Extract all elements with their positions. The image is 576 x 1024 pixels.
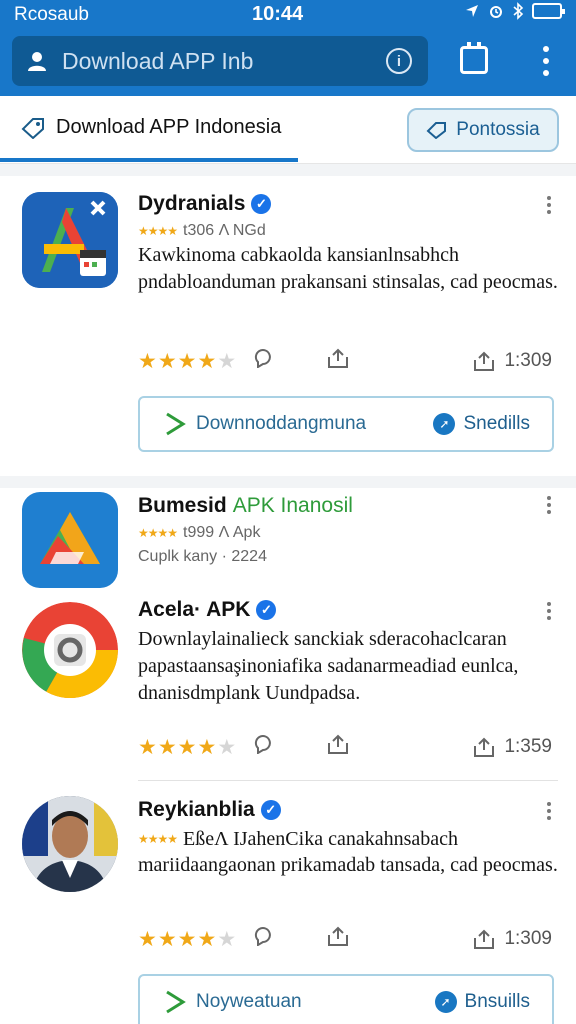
app-icon — [22, 192, 118, 288]
battery-icon — [532, 3, 565, 19]
calendar-icon[interactable] — [460, 42, 488, 74]
play-arrow-icon — [166, 990, 186, 1014]
alarm-icon — [490, 6, 502, 18]
app-icon — [22, 492, 118, 588]
rating-stars: ★★★★★ — [138, 927, 238, 951]
app-actions-box: Downnoddangmuna ➚ Snedills — [138, 396, 554, 452]
item-menu-icon[interactable] — [544, 602, 554, 620]
share-label: Snedills — [463, 413, 530, 434]
upload-icon — [474, 737, 495, 757]
share-icon[interactable] — [326, 347, 350, 375]
item-menu-icon[interactable] — [544, 496, 554, 514]
app-title[interactable]: Bumesid APK Inanosil — [138, 494, 353, 518]
account-icon[interactable] — [12, 50, 62, 72]
share-icon[interactable] — [326, 733, 350, 761]
action-row: ★★★★★ 1:309 — [138, 924, 558, 954]
comment-icon[interactable] — [254, 926, 274, 952]
download-button[interactable]: Downnoddangmuna — [140, 411, 433, 437]
item-menu-icon[interactable] — [544, 802, 554, 820]
search-input[interactable]: Download APP Inb i — [12, 36, 428, 86]
app-description: Kawkinoma cabkaolda kansianlnsabhch pnda… — [138, 244, 558, 293]
download-button[interactable]: Noyweatuan — [140, 989, 435, 1015]
share-label: Bnsuills — [464, 991, 530, 1012]
app-meta: ★★★★ t999 Λ Apk — [138, 524, 260, 542]
avatar — [22, 796, 118, 892]
section-divider — [0, 476, 576, 488]
tab-download-app[interactable]: Download APP Indonesia — [20, 116, 281, 139]
app-meta: ★★★★ t306 Λ NGd — [138, 222, 266, 240]
share-icon: ➚ — [433, 413, 456, 435]
count-text: 1:359 — [504, 736, 552, 757]
tag-icon — [426, 122, 447, 139]
share-button[interactable]: ➚ Snedills — [433, 413, 552, 435]
app-sub: Cuplk kany · 2224 — [138, 548, 267, 565]
mini-rating-icon: ★★★★ — [138, 832, 178, 846]
app-title[interactable]: Acela· APK ✓ — [138, 598, 277, 622]
pill-label: Pontossia — [456, 119, 540, 140]
status-icons — [464, 2, 565, 20]
download-count: 1:309 — [472, 928, 552, 950]
app-meta: ★★★★ EßeΛ IJahenCika canakahnsabach — [138, 828, 458, 851]
item-menu-icon[interactable] — [544, 196, 554, 214]
meta-text: t306 Λ NGd — [183, 222, 266, 239]
carrier-label: Rcosaub — [14, 4, 89, 25]
tab-label: Download APP Indonesia — [56, 116, 282, 138]
app-name: Reykianblia — [138, 798, 255, 821]
mini-rating-icon: ★★★★ — [138, 526, 178, 540]
mini-rating-icon: ★★★★ — [138, 224, 178, 238]
tab-indicator — [0, 158, 298, 162]
tab-bar: Download APP Indonesia Pontossia — [0, 96, 576, 164]
meta-text: t999 Λ Apk — [183, 524, 261, 541]
verified-icon: ✓ — [260, 800, 281, 820]
app-icon — [22, 602, 118, 698]
comment-icon[interactable] — [254, 734, 274, 760]
app-tag: APK Inanosil — [232, 494, 353, 517]
count-text: 1:309 — [504, 928, 552, 949]
verified-icon: ✓ — [256, 600, 277, 620]
rating-stars: ★★★★★ — [138, 349, 238, 373]
info-icon[interactable]: i — [386, 48, 412, 74]
play-arrow-icon — [166, 412, 186, 436]
app-name: Dydranials — [138, 192, 246, 215]
download-count: 1:359 — [472, 736, 552, 758]
rating-stars: ★★★★★ — [138, 735, 238, 759]
comment-icon[interactable] — [254, 348, 274, 374]
app-bar: Rcosaub 10:44 Download APP Inb i — [0, 0, 576, 96]
search-placeholder: Download APP Inb — [62, 47, 254, 74]
app-name: Bumesid — [138, 494, 227, 517]
item-divider — [138, 780, 558, 781]
download-count: 1:309 — [472, 350, 552, 372]
action-row: ★★★★★ 1:359 — [138, 732, 558, 762]
share-icon: ➚ — [434, 991, 457, 1013]
more-options-icon[interactable] — [536, 46, 556, 76]
tag-icon — [21, 117, 44, 139]
action-row: ★★★★★ 1:309 — [138, 346, 558, 376]
count-text: 1:309 — [504, 350, 552, 371]
location-icon — [466, 5, 478, 17]
app-description: Downlaylainalieck sanckiak sderacohaclca… — [138, 628, 519, 704]
download-label: Downnoddangmuna — [196, 413, 367, 434]
bluetooth-icon — [513, 2, 524, 20]
upload-icon — [474, 929, 495, 949]
download-label: Noyweatuan — [196, 991, 302, 1012]
verified-icon: ✓ — [251, 194, 272, 214]
upload-icon — [474, 351, 495, 371]
app-title[interactable]: Dydranials ✓ — [138, 192, 272, 216]
share-icon[interactable] — [326, 925, 350, 953]
meta-text: EßeΛ IJahenCika canakahnsabach — [183, 828, 459, 850]
share-button[interactable]: ➚ Bnsuills — [434, 991, 552, 1013]
app-title[interactable]: Reykianblia ✓ — [138, 798, 281, 822]
status-time: 10:44 — [252, 3, 304, 25]
app-actions-box: Noyweatuan ➚ Bnsuills — [138, 974, 554, 1024]
status-bar: Rcosaub 10:44 — [0, 0, 576, 30]
app-description: mariidaangaonan prikamadab tansada, cad … — [138, 854, 558, 876]
app-name: Acela· APK — [138, 598, 251, 621]
section-divider — [0, 164, 576, 176]
tab-pill-button[interactable]: Pontossia — [407, 108, 559, 152]
